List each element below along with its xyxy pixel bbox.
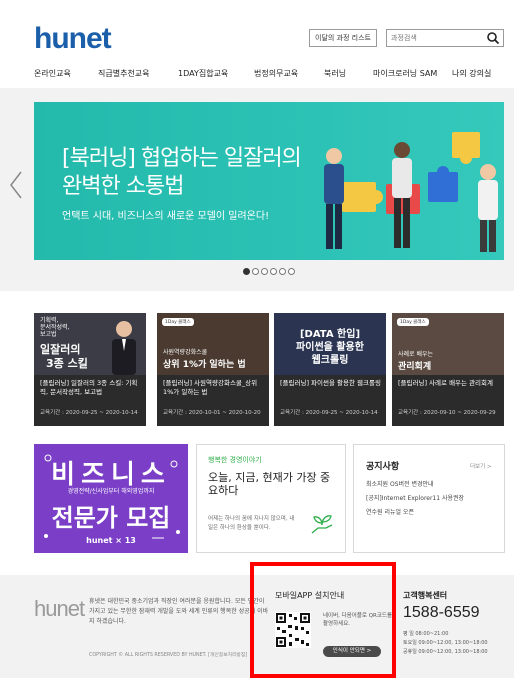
hero-dot-6[interactable] bbox=[288, 268, 295, 275]
hero-dot-4[interactable] bbox=[270, 268, 277, 275]
search-input[interactable] bbox=[387, 30, 483, 46]
hunet-logo[interactable]: hunet bbox=[34, 22, 112, 56]
course-card-2[interactable]: 1Day 클래스 사원역량강화스쿨 상위 1%가 일하는 법 [플립러닝] 사원… bbox=[157, 313, 269, 426]
banner-subtitle: 경영전략/신사업부터 해외영업까지 bbox=[67, 488, 155, 495]
story-label: 행복한 경영이야기 bbox=[208, 456, 262, 464]
monthly-course-list-button[interactable]: 이달의 과정 리스트 bbox=[309, 29, 377, 47]
course2-badge: 1Day 클래스 bbox=[162, 318, 194, 326]
happy-management-story[interactable]: 행복한 경영이야기 오늘, 지금, 현재가 가장 중 요하다 어제는 하나의 꿈… bbox=[196, 444, 346, 553]
hero-dot-1[interactable] bbox=[243, 268, 250, 275]
course1-tag-1: 기획력, bbox=[40, 317, 59, 324]
hero-subtitle: 언택트 시대, 비즈니스의 새로운 모델이 밀려온다! bbox=[62, 211, 270, 222]
banner-logo: hunet × 13 bbox=[86, 536, 136, 545]
footer-logo: hunet bbox=[34, 596, 85, 621]
site-header: hunet 이달의 과정 리스트 온라인교육 직급별추천교육 1DAY집합교육 … bbox=[0, 0, 514, 90]
course-thumb-4: 1Day 클래스 사례로 배우는 관리회계 bbox=[392, 313, 504, 375]
app-install-title: 모바일APP 설치안내 bbox=[275, 591, 345, 600]
qr-code-icon bbox=[275, 612, 311, 648]
course-card-1[interactable]: 기획력, 문서작성력, 보고법 일잘러의 3종 스킬 [플립러닝] 일잘러의 3… bbox=[34, 313, 146, 426]
hero-banner[interactable]: [북러닝] 협업하는 일잘러의 완벽한 소통법 언택트 시대, 비즈니스의 새로… bbox=[34, 102, 504, 260]
hours-weekday: 평 일 08:00~21:00 bbox=[403, 631, 449, 637]
course3-thumb-line3: 웹크롤링 bbox=[311, 355, 349, 366]
course-period: 교육기간 : 2020-09-25 ~ 2020-10-14 bbox=[280, 410, 378, 416]
mobile-app-install: 모바일APP 설치안내 네이버, 다음어플로 QR코드를 촬영하세요. 인식이 … bbox=[275, 590, 395, 662]
course-thumb-3: [DATA 한입] 파이썬을 활용한 웹크롤링 bbox=[274, 313, 386, 375]
qr-not-recognized-button[interactable]: 인식이 안되면 > bbox=[323, 646, 381, 657]
nav-legal-mandatory[interactable]: 법정의무교육 bbox=[254, 68, 298, 79]
main-nav: 온라인교육 직급별추천교육 1DAY집합교육 법정의무교육 북러닝 마이크로러닝… bbox=[0, 66, 514, 84]
course-period: 교육기간 : 2020-09-10 ~ 2020-09-29 bbox=[398, 410, 496, 416]
story-title-line2: 요하다 bbox=[208, 484, 239, 497]
course1-tag-3: 보고법 bbox=[40, 331, 57, 338]
hero-dot-2[interactable] bbox=[252, 268, 259, 275]
notice-item[interactable]: 최소지원 OS버전 변경안내 bbox=[366, 479, 434, 488]
search-box bbox=[386, 29, 504, 47]
course-title: [플립러닝] 일잘러의 3종 스킬: 기획력, 문서작성력, 보고법 bbox=[40, 379, 138, 396]
course2-thumb-line2: 상위 1%가 일하는 법 bbox=[163, 360, 246, 370]
course-title: [플립러닝] 파이썬을 활용한 웹크롤링 bbox=[280, 379, 381, 387]
hours-holiday: 공휴일 09:00~12:00, 13:00~18:00 bbox=[403, 649, 488, 655]
course1-tag-2: 문서작성력, bbox=[40, 324, 70, 331]
hero-dot-5[interactable] bbox=[279, 268, 286, 275]
course-card-4[interactable]: 1Day 클래스 사례로 배우는 관리회계 [플립러닝] 사례로 배우는 관리회… bbox=[392, 313, 504, 426]
presenter-figure bbox=[112, 321, 136, 375]
course-title: [플립러닝] 사례로 배우는 관리회계 bbox=[398, 379, 493, 387]
course-period: 교육기간 : 2020-09-25 ~ 2020-10-14 bbox=[40, 410, 138, 416]
hero-title-line2: 완벽한 소통법 bbox=[62, 174, 184, 199]
nav-1day-class[interactable]: 1DAY집합교육 bbox=[178, 68, 228, 79]
notice-more-link[interactable]: 더보기 > bbox=[470, 462, 492, 470]
nav-book-learning[interactable]: 북러닝 bbox=[324, 68, 346, 79]
footer-copyright[interactable]: COPYRIGHT © ALL RIGHTS RESERVED BY HUNET… bbox=[89, 651, 247, 658]
course2-thumb-line1: 사원역량강화스쿨 bbox=[163, 349, 208, 356]
sprout-hand-icon bbox=[311, 515, 333, 534]
course-card-3[interactable]: [DATA 한입] 파이썬을 활용한 웹크롤링 [플립러닝] 파이썬을 활용한 … bbox=[274, 313, 386, 426]
course4-thumb-line1: 사례로 배우는 bbox=[398, 351, 434, 358]
story-body: 어제는 하나의 꿈에 지나지 않으며, 내일은 하나의 환상을 뿐이다. bbox=[208, 516, 295, 531]
course-thumb-1: 기획력, 문서작성력, 보고법 일잘러의 3종 스킬 bbox=[34, 313, 146, 375]
course4-thumb-line2: 관리회계 bbox=[398, 362, 432, 372]
chevron-left-icon[interactable] bbox=[8, 170, 24, 200]
business-expert-banner[interactable]: 비즈니스 경영전략/신사업부터 해외영업까지 전문가 모집 hunet × 13 bbox=[34, 444, 188, 553]
course4-badge: 1Day 클래스 bbox=[397, 318, 429, 326]
nav-micro-learning-sam[interactable]: 마이크로러닝 SAM bbox=[373, 68, 437, 79]
nav-rank-recommended[interactable]: 직급별추천교육 bbox=[98, 68, 150, 79]
nav-my-classroom[interactable]: 나의 강의실 bbox=[452, 68, 491, 79]
notice-title: 공지사항 bbox=[366, 462, 400, 472]
notice-item[interactable]: [공지]Internet Explorer11 사용권장 bbox=[366, 493, 464, 502]
puzzle-people-illustration bbox=[324, 132, 498, 252]
banner-headline: 전문가 모집 bbox=[51, 504, 171, 532]
course-period: 교육기간 : 2020-10-01 ~ 2020-10-20 bbox=[163, 410, 261, 416]
search-icon[interactable] bbox=[485, 31, 501, 45]
hours-saturday: 토요일 09:00~12:00, 13:00~18:00 bbox=[403, 640, 488, 646]
footer-description: 휴넷은 대한민국 중소기업과 직장인 여러분을 응원합니다. 모든 인간이 가지… bbox=[89, 598, 269, 625]
customer-center-phone[interactable]: 1588-6559 bbox=[403, 604, 480, 622]
course-title: [플립러닝] 사원역량강화스쿨_상위 1%가 일하는 법 bbox=[163, 379, 258, 396]
course-thumb-2: 1Day 클래스 사원역량강화스쿨 상위 1%가 일하는 법 bbox=[157, 313, 269, 375]
notice-item[interactable]: 연수원 리뉴얼 오픈 bbox=[366, 507, 414, 516]
course1-thumb-line2: 3종 스킬 bbox=[46, 357, 88, 370]
nav-online-education[interactable]: 온라인교육 bbox=[34, 68, 71, 79]
customer-center-title: 고객행복센터 bbox=[403, 591, 448, 600]
notice-panel: 공지사항 더보기 > 최소지원 OS버전 변경안내 [공지]Internet E… bbox=[353, 444, 505, 553]
app-install-description: 네이버, 다음어플로 QR코드를 촬영하세요. bbox=[323, 613, 393, 627]
hero-dot-3[interactable] bbox=[261, 268, 268, 275]
